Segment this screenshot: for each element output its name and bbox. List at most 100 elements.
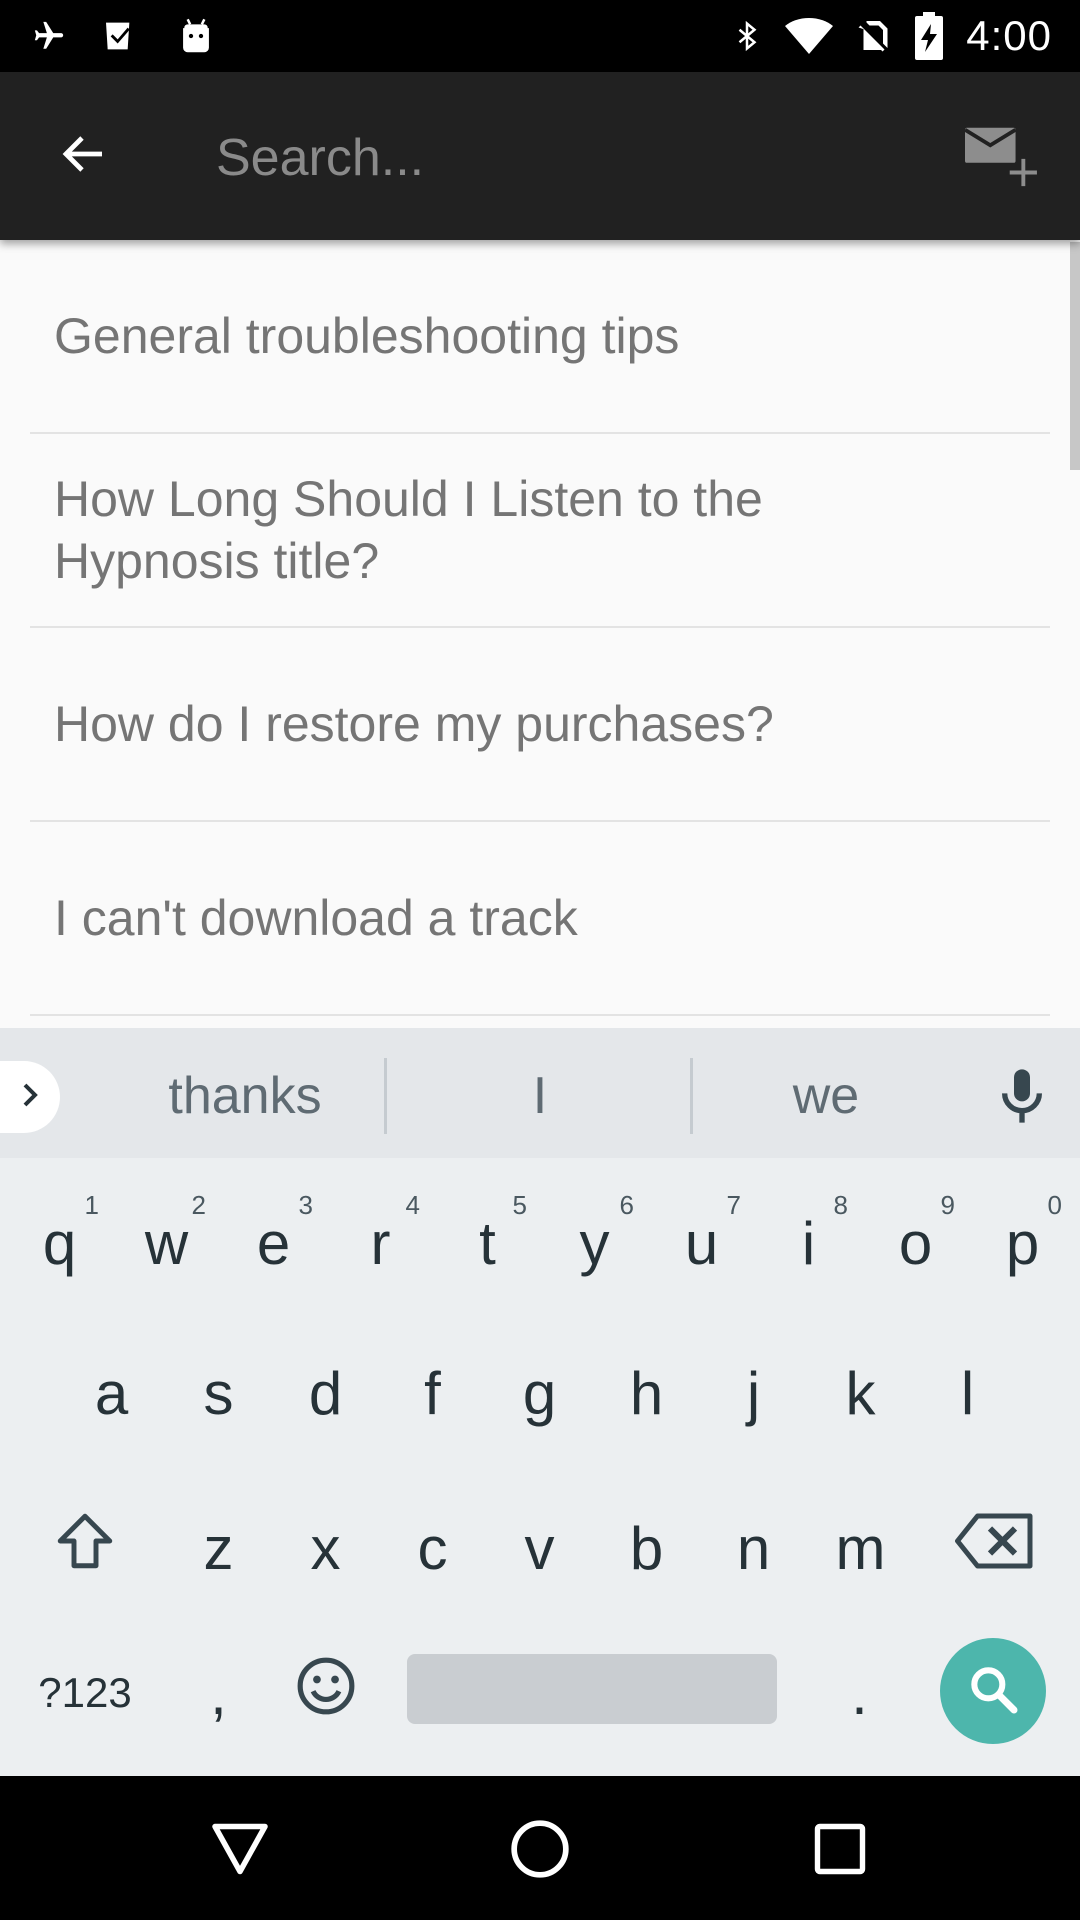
key-r[interactable]: r4: [327, 1178, 434, 1308]
key-k[interactable]: k: [807, 1328, 914, 1458]
key-label: e: [256, 1209, 291, 1277]
comma-key[interactable]: ,: [165, 1628, 272, 1758]
key-label: t: [479, 1209, 496, 1277]
arrow-back-icon: [56, 130, 112, 183]
key-hint: 6: [619, 1190, 634, 1220]
expand-suggestions-button[interactable]: [0, 1061, 60, 1133]
scrollbar[interactable]: [1070, 242, 1080, 470]
key-hint: 3: [298, 1190, 313, 1220]
back-button[interactable]: [40, 116, 128, 196]
key-g[interactable]: g: [486, 1328, 593, 1458]
emoji-key[interactable]: [272, 1628, 379, 1758]
key-hint: 9: [940, 1190, 955, 1220]
microphone-icon: [990, 1069, 1054, 1132]
key-label: r: [370, 1209, 391, 1277]
suggestion-1[interactable]: thanks: [100, 1058, 390, 1134]
key-hint: 0: [1047, 1190, 1062, 1220]
list-item[interactable]: How Long Should I Listen to the Hypnosis…: [30, 434, 1050, 628]
bluetooth-icon: [732, 15, 762, 57]
battery-charging-icon: [914, 12, 944, 60]
key-n[interactable]: n: [700, 1483, 807, 1613]
shift-key[interactable]: [20, 1483, 150, 1613]
list-item[interactable]: I can't download a track: [30, 822, 1050, 1016]
list-item[interactable]: General troubleshooting tips: [30, 240, 1050, 434]
key-label: i: [801, 1209, 816, 1277]
key-d[interactable]: d: [272, 1328, 379, 1458]
nav-home-button[interactable]: [490, 1806, 590, 1896]
key-label: y: [579, 1209, 610, 1277]
voice-input-button[interactable]: [990, 1064, 1054, 1128]
key-o[interactable]: o9: [862, 1178, 969, 1308]
android-icon: [176, 16, 216, 56]
suggestion-2[interactable]: I: [390, 1058, 690, 1134]
nav-recents-button[interactable]: [790, 1806, 890, 1896]
period-key[interactable]: .: [806, 1628, 913, 1758]
search-input[interactable]: [216, 116, 896, 200]
search-action-key[interactable]: [940, 1638, 1046, 1744]
navigation-bar: [0, 1776, 1080, 1920]
nav-back-button[interactable]: [190, 1806, 290, 1896]
key-c[interactable]: c: [379, 1483, 486, 1613]
key-y[interactable]: y6: [541, 1178, 648, 1308]
key-v[interactable]: v: [486, 1483, 593, 1613]
key-hint: 2: [191, 1190, 206, 1220]
key-hint: 7: [726, 1190, 741, 1220]
list-item-title: How Long Should I Listen to the: [54, 471, 763, 527]
backspace-key[interactable]: [930, 1483, 1060, 1613]
wifi-icon: [784, 16, 834, 56]
clock: 4:00: [966, 12, 1052, 59]
search-icon: [965, 1661, 1021, 1722]
space-key[interactable]: [407, 1654, 777, 1724]
key-label: w: [144, 1209, 189, 1277]
key-x[interactable]: x: [272, 1483, 379, 1613]
faq-list: General troubleshooting tips How Long Sh…: [0, 240, 1080, 1030]
suggestion-strip: thanks I we: [0, 1028, 1080, 1158]
suggestion-divider: [690, 1058, 693, 1134]
chevron-right-icon: [15, 1077, 45, 1118]
list-item-title-continued: Hypnosis title?: [54, 533, 380, 589]
key-p[interactable]: p0: [969, 1178, 1076, 1308]
no-sim-icon: [856, 15, 892, 57]
key-z[interactable]: z: [165, 1483, 272, 1613]
search-toolbar: [0, 72, 1080, 240]
list-item-title: How do I restore my purchases?: [54, 696, 774, 752]
airplane-icon: [32, 19, 66, 53]
suggestion-divider: [384, 1058, 387, 1134]
smiley-icon: [295, 1655, 357, 1731]
key-w[interactable]: w2: [113, 1178, 220, 1308]
list-item[interactable]: How do I restore my purchases?: [30, 628, 1050, 822]
key-j[interactable]: j: [700, 1328, 807, 1458]
symbols-key[interactable]: ?123: [20, 1628, 150, 1758]
key-l[interactable]: l: [914, 1328, 1021, 1458]
key-m[interactable]: m: [807, 1483, 914, 1613]
key-q[interactable]: q1: [6, 1178, 113, 1308]
key-hint: 1: [84, 1190, 99, 1220]
key-u[interactable]: u7: [648, 1178, 755, 1308]
new-message-icon: [960, 127, 1040, 194]
key-hint: 5: [512, 1190, 527, 1220]
key-f[interactable]: f: [379, 1328, 486, 1458]
key-label: q: [42, 1209, 77, 1277]
key-label: o: [898, 1209, 933, 1277]
key-s[interactable]: s: [165, 1328, 272, 1458]
circle-home-icon: [509, 1818, 571, 1885]
status-bar: 4:00: [0, 0, 1080, 72]
new-message-button[interactable]: [960, 120, 1060, 204]
key-e[interactable]: e3: [220, 1178, 327, 1308]
shift-icon: [50, 1508, 120, 1588]
key-label: u: [684, 1209, 719, 1277]
key-a[interactable]: a: [58, 1328, 165, 1458]
square-recents-icon: [813, 1822, 867, 1881]
keyboard: thanks I we q1 w2 e3 r4 t5 y6 u7 i8 o9 p…: [0, 1028, 1080, 1776]
backspace-icon: [955, 1511, 1035, 1585]
key-hint: 8: [833, 1190, 848, 1220]
triangle-back-icon: [210, 1821, 270, 1882]
list-item-title: I can't download a track: [54, 890, 578, 946]
key-i[interactable]: i8: [755, 1178, 862, 1308]
key-t[interactable]: t5: [434, 1178, 541, 1308]
key-hint: 4: [405, 1190, 420, 1220]
key-b[interactable]: b: [593, 1483, 700, 1613]
suggestion-3[interactable]: we: [696, 1058, 956, 1134]
list-item-title: General troubleshooting tips: [54, 308, 680, 364]
key-h[interactable]: h: [593, 1328, 700, 1458]
